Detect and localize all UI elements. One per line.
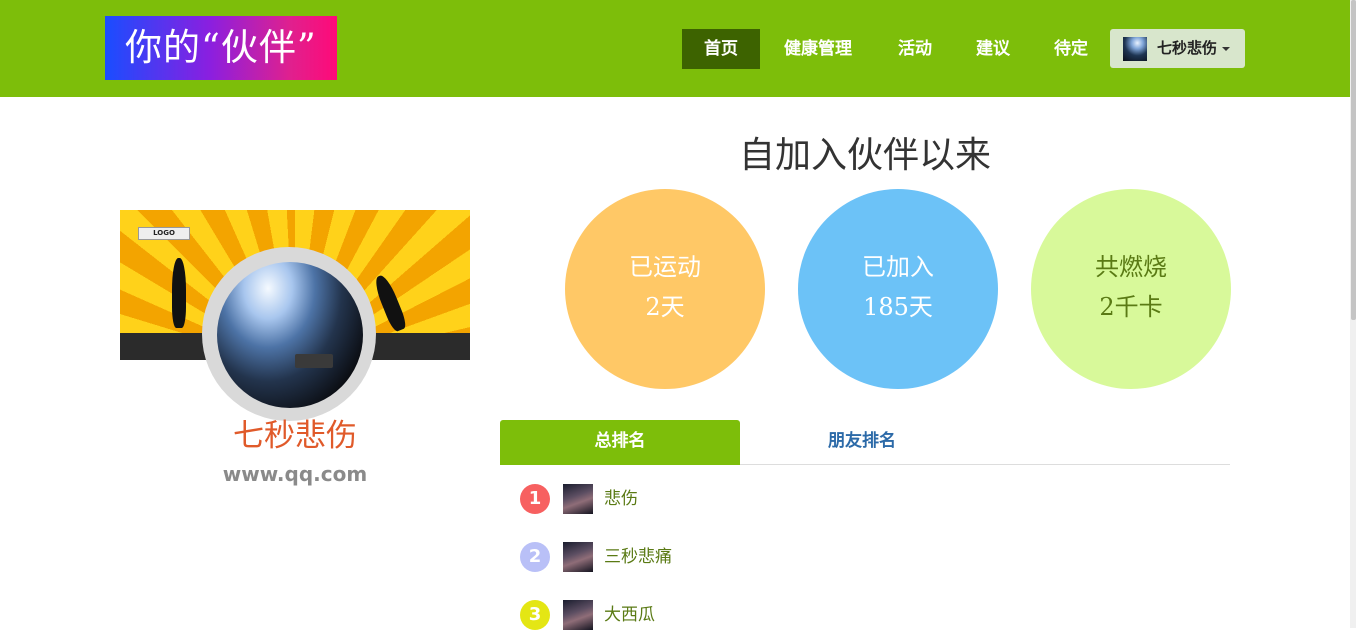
top-nav-bar: 你的“伙伴” 首页 健康管理 活动 建议 待定 七秒悲伤 <box>0 0 1350 97</box>
avatar <box>563 542 593 572</box>
profile-avatar[interactable] <box>217 262 363 408</box>
stat-value: 185天 <box>863 293 933 321</box>
nav-suggestions[interactable]: 建议 <box>961 29 1025 69</box>
rank-badge: 2 <box>520 542 550 572</box>
rank-badge: 1 <box>520 484 550 514</box>
stat-label: 已运动 <box>629 253 701 281</box>
ranking-user-name[interactable]: 悲伤 <box>604 484 638 514</box>
chevron-down-icon <box>1222 47 1230 51</box>
avatar <box>563 484 593 514</box>
scrollbar-thumb[interactable] <box>1351 0 1356 320</box>
ranking-user-name[interactable]: 大西瓜 <box>604 600 655 630</box>
stat-label: 已加入 <box>862 253 934 281</box>
tab-friends-ranking[interactable]: 朋友排名 <box>742 420 982 465</box>
stat-value: 2天 <box>645 293 685 321</box>
stats-title: 自加入伙伴以来 <box>738 135 991 176</box>
tab-overall-ranking[interactable]: 总排名 <box>500 420 740 465</box>
stat-circle-burned: 共燃烧 2千卡 <box>1031 189 1231 389</box>
stat-value: 2千卡 <box>1099 293 1163 321</box>
silhouette-figure-right <box>371 273 409 333</box>
user-menu-button[interactable]: 七秒悲伤 <box>1110 29 1245 68</box>
nav-home[interactable]: 首页 <box>682 29 760 69</box>
profile-url[interactable]: www.qq.com <box>120 462 470 486</box>
rank-badge: 3 <box>520 600 550 630</box>
banner-logo: LOGO <box>138 227 190 240</box>
stat-label: 共燃烧 <box>1095 253 1167 281</box>
nav-pending[interactable]: 待定 <box>1039 29 1103 69</box>
avatar <box>563 600 593 630</box>
page-scrollbar[interactable] <box>1350 0 1356 628</box>
user-avatar <box>1123 37 1147 61</box>
stat-circle-joined: 已加入 185天 <box>798 189 998 389</box>
space-station-shape <box>295 354 333 368</box>
nav-health-management[interactable]: 健康管理 <box>770 29 866 69</box>
user-menu-name: 七秒悲伤 <box>1157 39 1218 57</box>
nav-activities[interactable]: 活动 <box>883 29 947 69</box>
profile-name: 七秒悲伤 <box>233 418 357 454</box>
silhouette-figure-left <box>172 258 186 328</box>
ranking-user-name[interactable]: 三秒悲痛 <box>604 542 672 572</box>
site-logo[interactable]: 你的“伙伴” <box>105 16 337 80</box>
stat-circle-exercised: 已运动 2天 <box>565 189 765 389</box>
